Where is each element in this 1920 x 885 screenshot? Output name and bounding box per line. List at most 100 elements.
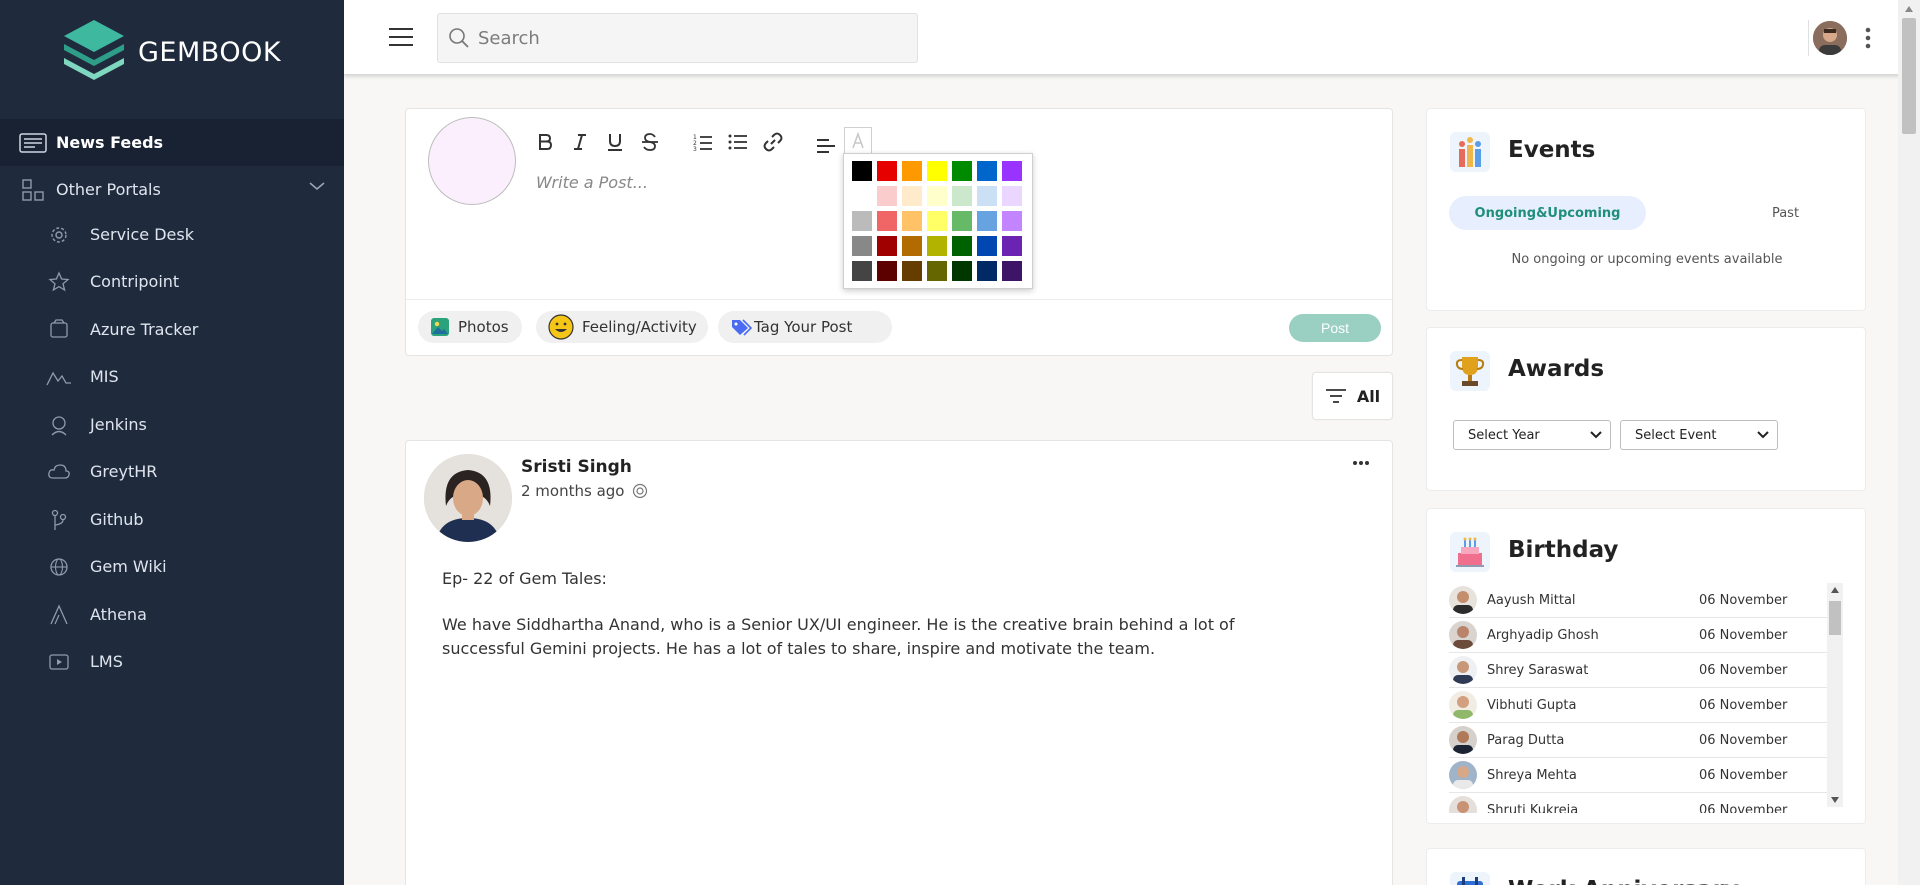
scroll-up-icon[interactable] bbox=[1905, 6, 1913, 12]
sidebar-item-jenkins[interactable]: Jenkins bbox=[0, 401, 344, 448]
color-swatch[interactable] bbox=[927, 161, 947, 181]
color-swatch[interactable] bbox=[1002, 236, 1022, 256]
sidebar-item-greythr[interactable]: GreytHR bbox=[0, 448, 344, 495]
chevron-down-icon[interactable] bbox=[308, 180, 326, 192]
color-swatch[interactable] bbox=[902, 161, 922, 181]
list-item[interactable]: Shrey Saraswat 06 November bbox=[1449, 653, 1829, 688]
color-swatch[interactable] bbox=[902, 186, 922, 206]
sidebar-item-service-desk[interactable]: Service Desk bbox=[0, 211, 344, 258]
sidebar-item-github[interactable]: Github bbox=[0, 496, 344, 543]
sidebar-item-contripoint[interactable]: Contripoint bbox=[0, 258, 344, 305]
color-swatch[interactable] bbox=[852, 161, 872, 181]
color-swatch[interactable] bbox=[877, 211, 897, 231]
tab-ongoing-upcoming[interactable]: Ongoing&Upcoming bbox=[1449, 196, 1646, 230]
color-swatch[interactable] bbox=[1002, 186, 1022, 206]
list-item[interactable]: Parag Dutta 06 November bbox=[1449, 723, 1829, 758]
color-swatch[interactable] bbox=[952, 186, 972, 206]
color-swatch[interactable] bbox=[852, 186, 872, 206]
sidebar-item-other-portals[interactable]: Other Portals bbox=[0, 166, 344, 213]
sidebar-item-label: Jenkins bbox=[90, 415, 147, 434]
photos-button[interactable]: Photos bbox=[418, 311, 522, 343]
color-swatch[interactable] bbox=[977, 261, 997, 281]
text-color-button[interactable] bbox=[844, 127, 872, 155]
post-author-avatar[interactable] bbox=[424, 454, 512, 542]
align-button[interactable] bbox=[813, 133, 839, 159]
color-swatch[interactable] bbox=[977, 236, 997, 256]
underline-button[interactable] bbox=[602, 129, 628, 155]
color-swatch[interactable] bbox=[902, 236, 922, 256]
sidebar-item-gem-wiki[interactable]: Gem Wiki bbox=[0, 543, 344, 590]
color-swatch[interactable] bbox=[927, 211, 947, 231]
list-item[interactable]: Shreya Mehta 06 November bbox=[1449, 758, 1829, 793]
sidebar-item-lms[interactable]: LMS bbox=[0, 638, 344, 685]
post-author-name[interactable]: Sristi Singh bbox=[521, 457, 632, 477]
color-swatch[interactable] bbox=[902, 261, 922, 281]
bold-button[interactable] bbox=[532, 129, 558, 155]
color-swatch[interactable] bbox=[877, 261, 897, 281]
color-swatch[interactable] bbox=[852, 236, 872, 256]
color-swatch[interactable] bbox=[877, 186, 897, 206]
color-swatch[interactable] bbox=[877, 236, 897, 256]
list-item[interactable]: Aayush Mittal 06 November bbox=[1449, 583, 1829, 618]
sidebar-item-azure-tracker[interactable]: Azure Tracker bbox=[0, 306, 344, 353]
scroll-up-icon[interactable] bbox=[1831, 587, 1839, 593]
bullet-list-button[interactable] bbox=[725, 129, 751, 155]
color-swatch[interactable] bbox=[952, 261, 972, 281]
sidebar-item-label: Athena bbox=[90, 605, 147, 624]
color-swatch[interactable] bbox=[977, 161, 997, 181]
post-input-placeholder[interactable]: Write a Post... bbox=[536, 173, 648, 192]
list-item[interactable]: Vibhuti Gupta 06 November bbox=[1449, 688, 1829, 723]
color-swatch[interactable] bbox=[952, 236, 972, 256]
hamburger-menu-icon[interactable] bbox=[388, 26, 414, 48]
color-swatch[interactable] bbox=[952, 161, 972, 181]
color-swatch[interactable] bbox=[877, 161, 897, 181]
post-button[interactable]: Post bbox=[1289, 314, 1381, 342]
color-swatch[interactable] bbox=[1002, 261, 1022, 281]
sidebar-item-news-feeds[interactable]: News Feeds bbox=[0, 119, 344, 166]
more-options-icon[interactable] bbox=[1863, 26, 1873, 50]
align-left-icon bbox=[817, 139, 835, 153]
birthday-scrollbar[interactable] bbox=[1827, 583, 1843, 807]
list-item[interactable]: Shruti Kukreja 06 November bbox=[1449, 793, 1829, 813]
birthday-title: Birthday bbox=[1508, 537, 1619, 563]
birthday-date: 06 November bbox=[1699, 802, 1788, 814]
select-year-dropdown[interactable]: Select Year bbox=[1453, 420, 1611, 450]
sidebar-item-athena[interactable]: Athena bbox=[0, 591, 344, 638]
color-swatch[interactable] bbox=[852, 261, 872, 281]
color-swatch[interactable] bbox=[977, 211, 997, 231]
sidebar-item-label: LMS bbox=[90, 652, 123, 671]
brand[interactable]: GEMBOOK bbox=[60, 18, 281, 86]
color-swatch[interactable] bbox=[1002, 161, 1022, 181]
strikethrough-button[interactable] bbox=[637, 129, 663, 155]
scroll-thumb[interactable] bbox=[1829, 601, 1841, 635]
search-box[interactable] bbox=[437, 13, 918, 63]
color-swatch[interactable] bbox=[927, 261, 947, 281]
feed-filter-button[interactable]: All bbox=[1312, 372, 1393, 420]
link-icon bbox=[763, 132, 783, 152]
select-event-dropdown[interactable]: Select Event bbox=[1620, 420, 1778, 450]
color-swatch[interactable] bbox=[952, 211, 972, 231]
post-options-icon[interactable] bbox=[1349, 457, 1373, 469]
header-divider bbox=[1808, 20, 1809, 56]
user-avatar[interactable] bbox=[1813, 21, 1847, 55]
color-picker bbox=[843, 153, 1033, 289]
color-swatch[interactable] bbox=[977, 186, 997, 206]
ordered-list-button[interactable]: 123 bbox=[690, 129, 716, 155]
color-swatch[interactable] bbox=[852, 211, 872, 231]
tag-post-button[interactable]: Tag Your Post bbox=[718, 311, 892, 343]
link-button[interactable] bbox=[760, 129, 786, 155]
scroll-down-icon[interactable] bbox=[1831, 797, 1839, 803]
scroll-thumb[interactable] bbox=[1902, 18, 1916, 134]
list-item[interactable]: Arghyadip Ghosh 06 November bbox=[1449, 618, 1829, 653]
color-swatch[interactable] bbox=[902, 211, 922, 231]
color-swatch[interactable] bbox=[927, 236, 947, 256]
tab-past[interactable]: Past bbox=[1687, 196, 1884, 230]
page-scrollbar[interactable] bbox=[1898, 0, 1920, 885]
italic-button[interactable] bbox=[567, 129, 593, 155]
color-swatch[interactable] bbox=[1002, 211, 1022, 231]
sidebar-item-mis[interactable]: MIS bbox=[0, 353, 344, 400]
search-input[interactable] bbox=[478, 27, 898, 49]
birthday-name: Aayush Mittal bbox=[1487, 592, 1576, 608]
feeling-activity-button[interactable]: Feeling/Activity bbox=[536, 311, 708, 343]
color-swatch[interactable] bbox=[927, 186, 947, 206]
